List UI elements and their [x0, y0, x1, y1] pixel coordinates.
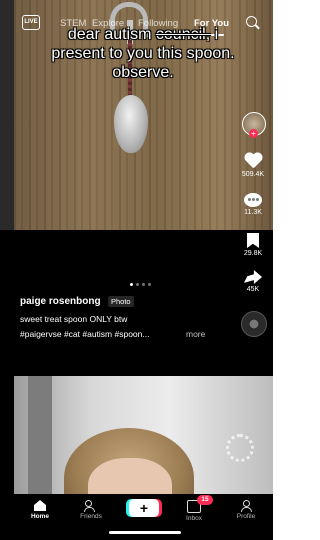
tab-friends-label: Friends — [80, 513, 102, 520]
comment-button[interactable]: 11.3K — [240, 193, 266, 216]
bookmark-icon — [247, 233, 259, 248]
profile-icon — [239, 500, 253, 512]
tab-profile-label: Profile — [236, 513, 256, 520]
tab-inbox-label: Inbox — [186, 515, 202, 522]
share-count: 45K — [246, 286, 260, 293]
carousel-dot — [130, 283, 133, 286]
save-count: 29.8K — [243, 250, 263, 257]
watermark-logo-icon — [226, 434, 254, 462]
carousel-dots — [130, 283, 154, 287]
comment-count: 11.3K — [244, 209, 262, 216]
follow-plus-icon[interactable]: + — [249, 129, 258, 138]
tab-home[interactable]: Home — [20, 500, 60, 520]
tab-profile[interactable]: Profile — [226, 500, 266, 520]
heart-icon — [244, 153, 262, 169]
like-count: 509.4K — [241, 171, 265, 178]
save-button[interactable]: 29.8K — [240, 233, 266, 257]
like-button[interactable]: 509.4K — [240, 153, 266, 178]
create-button[interactable]: + — [129, 499, 159, 517]
share-icon — [244, 270, 262, 284]
tab-friends[interactable]: Friends — [71, 500, 111, 520]
music-disc-icon[interactable] — [241, 311, 267, 337]
carousel-dot — [136, 283, 139, 286]
post-hashtags[interactable]: #paigervse #cat #autism #spoon... — [20, 329, 149, 339]
comment-icon — [244, 193, 262, 207]
inbox-badge: 15 — [197, 495, 213, 505]
friends-icon — [84, 500, 98, 512]
more-link[interactable]: more — [186, 329, 205, 339]
home-indicator — [109, 531, 181, 534]
tab-home-label: Home — [30, 513, 50, 520]
caption-line-1: dear autism council, i — [28, 25, 258, 44]
caption-line-1-end: i — [210, 26, 219, 43]
photo-spoon — [114, 95, 148, 153]
next-video-door — [28, 376, 52, 494]
photo-badge: Photo — [108, 296, 134, 307]
next-video-preview[interactable] — [14, 376, 273, 494]
caption-line-1-start: dear autism — [67, 26, 156, 43]
post-description: sweet treat spoon ONLY btw — [20, 314, 128, 324]
left-edge-strip — [0, 0, 14, 230]
author-name[interactable]: paige rosenbong — [20, 296, 101, 307]
share-button[interactable]: 45K — [240, 270, 266, 293]
carousel-dot — [142, 283, 145, 286]
home-icon — [34, 500, 46, 511]
carousel-dot — [148, 283, 151, 286]
photo-caption: dear autism council, i present to you th… — [28, 25, 258, 82]
caption-line-3: observe. — [112, 64, 174, 81]
tiktok-feed-screen: LIVE STEM Explore Following For You dear… — [0, 0, 273, 540]
caption-line-2: present to you this spoon. — [51, 45, 235, 62]
caption-strikethrough: council, — [155, 26, 211, 43]
